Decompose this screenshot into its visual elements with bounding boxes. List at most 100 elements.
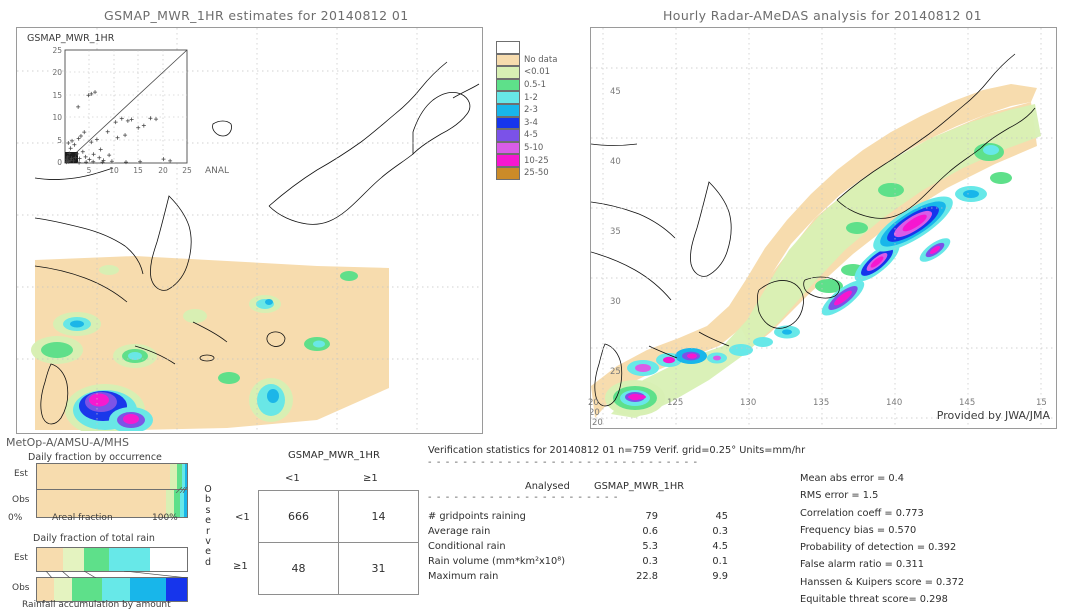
legend-row: 3-4 (496, 116, 557, 130)
totalrain-caption: Rainfall accumulation by amount (22, 600, 171, 610)
contingency-col-header-lt1: <1 (285, 473, 300, 484)
contingency-group-header: GSMAP_MWR_1HR (288, 450, 380, 461)
legend-swatch (496, 66, 520, 79)
cell-ge1-ge1: 31 (338, 542, 419, 595)
svg-text:20: 20 (158, 166, 168, 174)
verification-scores: Mean abs error = 0.4 RMS error = 1.5 Corre… (800, 470, 964, 608)
bar-segment (101, 578, 130, 601)
verification-row-analysed: 0.3 (642, 555, 658, 567)
verification-score: Correlation coeff = 0.773 (800, 507, 924, 519)
radar-x-tick-125: 125 (667, 398, 684, 408)
svg-text:5: 5 (57, 136, 62, 145)
legend-swatch (496, 166, 520, 180)
totalrain-bar-est (36, 547, 188, 572)
verification-score: Hanssen & Kuipers score = 0.372 (800, 576, 965, 588)
verification-score: RMS error = 1.5 (800, 490, 879, 502)
bar-segment (166, 578, 187, 601)
table-row: 48 31 (258, 542, 419, 595)
radar-map-canvas (591, 28, 1054, 426)
verification-row: # gridpoints raining 79 45 (428, 510, 778, 525)
verification-row: Average rain 0.6 0.3 (428, 525, 778, 540)
bar-segment (71, 578, 102, 601)
radar-x-tick-135: 135 (813, 398, 830, 408)
verification-row-label: Average rain (428, 525, 491, 537)
verification-row-analysed: 22.8 (636, 570, 658, 582)
legend-swatch (496, 41, 520, 54)
legend-swatch (496, 141, 520, 155)
radar-x-tick-120: 20 (588, 398, 599, 408)
radar-amedas-map[interactable]: 45 40 35 30 25 20 Provided by JWA/JMA (590, 27, 1057, 429)
contingency-row-header-ge1: ≥1 (233, 561, 248, 572)
verification-divider-2: - - - - - - - - - - - - - - - - - - - - … (428, 492, 619, 503)
legend-label: No data (524, 54, 558, 65)
contingency-row-axis-label: Observed (202, 484, 214, 568)
cell-lt1-ge1: 14 (338, 490, 419, 543)
scatter-inset-label: GSMAP_MWR_1HR (27, 33, 115, 44)
legend-swatch (496, 103, 520, 117)
radar-y-tick-45: 45 (610, 87, 621, 97)
totalrain-row-label-obs: Obs (12, 583, 30, 593)
legend-swatch (496, 154, 520, 167)
legend-row: No data (496, 53, 558, 67)
verification-row-estimate: 45 (715, 511, 728, 522)
radar-x-tick-145: 145 (959, 398, 976, 408)
verification-row: Conditional rain 5.3 4.5 (428, 540, 778, 555)
verification-row-label: Rain volume (mm*km²x10⁸) (428, 555, 566, 567)
bar-segment (53, 578, 72, 601)
legend-label: 1-2 (524, 92, 538, 103)
scatter-inset[interactable]: GSMAP_MWR_1HR 25 20 15 10 50 5 10 15 20 … (25, 33, 205, 174)
occurrence-row-label-est: Est (14, 469, 28, 479)
verification-row-estimate: 0.3 (712, 525, 728, 537)
occurrence-link-lines (175, 487, 188, 493)
left-panel-title: GSMAP_MWR_1HR estimates for 20140812 01 (104, 8, 409, 23)
legend-swatch (496, 78, 520, 92)
totalrain-bar-obs (36, 577, 188, 602)
verification-score: Equitable threat score= 0.298 (800, 594, 948, 606)
radar-corner-tick-20: 20 (592, 418, 603, 428)
occurrence-x-center: Areal fraction (52, 513, 113, 523)
sensor-label: MetOp-A/AMSU-A/MHS (6, 436, 129, 449)
legend-swatch (496, 91, 520, 104)
svg-text:25: 25 (182, 166, 192, 174)
legend-label: 0.5-1 (524, 80, 546, 91)
radar-y-tick-35: 35 (610, 227, 621, 237)
totalrain-chart-title: Daily fraction of total rain (33, 533, 155, 544)
radar-x-tick-150: 15 (1036, 398, 1047, 408)
legend-row: 10-25 (496, 154, 557, 167)
bar-segment (62, 548, 84, 571)
legend-row (496, 41, 557, 54)
svg-text:15: 15 (133, 166, 143, 174)
legend-row: 0.5-1 (496, 78, 557, 92)
legend-label: 2-3 (524, 105, 538, 116)
color-legend: No data <0.01 0.5-1 1-2 2-3 3-4 4-5 5-10 10-25 25… (496, 41, 557, 180)
legend-label: 4-5 (524, 130, 538, 141)
right-panel-title: Hourly Radar-AMeDAS analysis for 2014081… (663, 8, 982, 23)
observed-label-char: d (204, 556, 212, 568)
legend-row: 5-10 (496, 141, 557, 155)
svg-text:10: 10 (52, 113, 62, 122)
map-credit: Provided by JWA/JMA (936, 409, 1050, 422)
verification-row-label: Maximum rain (428, 570, 499, 582)
scatter-inset-canvas: 25 20 15 10 5 0 5 10 15 20 25 (52, 46, 192, 174)
verification-rows: # gridpoints raining 79 45 Average rain 0.6 0… (428, 510, 778, 584)
occurrence-x-right: 100% (152, 513, 178, 523)
cell-ge1-lt1: 48 (258, 542, 339, 595)
gsmap-estimate-map[interactable]: GSMAP_MWR_1HR 25 20 15 10 50 5 10 15 20 … (16, 27, 483, 434)
svg-text:5: 5 (87, 166, 92, 174)
svg-text:25: 25 (52, 46, 62, 55)
verification-row-estimate: 9.9 (712, 570, 728, 582)
legend-label: 5-10 (524, 143, 544, 154)
occurrence-chart-title: Daily fraction by occurrence (28, 452, 162, 463)
radar-y-tick-25: 25 (610, 367, 621, 377)
legend-label: <0.01 (524, 67, 551, 78)
verification-divider-1: - - - - - - - - - - - - - - - - - - - - … (428, 457, 699, 468)
legend-row: <0.01 (496, 66, 557, 79)
verification-score: Mean abs error = 0.4 (800, 473, 904, 484)
verification-score: Probability of detection = 0.392 (800, 542, 957, 554)
verification-row-label: # gridpoints raining (428, 511, 526, 522)
legend-row: 25-50 (496, 166, 557, 180)
legend-label: 10-25 (524, 155, 549, 166)
verification-row-analysed: 0.6 (642, 525, 658, 537)
verification-row: Maximum rain 22.8 9.9 (428, 570, 778, 585)
totalrain-row-label-est: Est (14, 553, 28, 563)
